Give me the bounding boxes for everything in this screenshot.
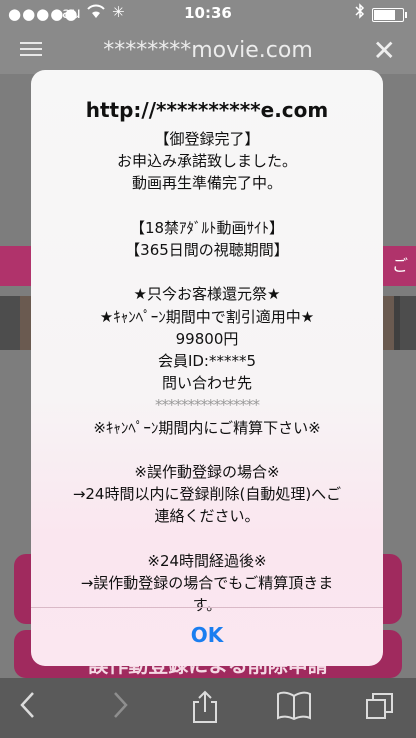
alert-line: 【御登録完了】	[154, 130, 260, 148]
alert-line: →24時間以内に登録削除(自動処理)へご	[72, 485, 342, 504]
bookmarks-icon[interactable]	[276, 690, 312, 728]
bluetooth-icon	[355, 3, 365, 23]
pink-banner-text: ご	[391, 256, 408, 275]
status-bar: ●●●●● au ✳ 10:36	[0, 0, 416, 28]
alert-line: 連絡ください。	[154, 507, 260, 526]
alert-line: 【365日間の視聴期間】	[125, 241, 289, 259]
alert-line: ★只今お客様還元祭★	[133, 285, 281, 304]
alert-line: ※24時間経過後※	[147, 551, 267, 570]
url-bar: ********movie.com ✕	[0, 28, 416, 74]
alert-message: 【御登録完了】 お申込み承諾致しました。 動画再生準備完了中。 【18禁ｱﾀﾞﾙ…	[31, 128, 383, 616]
alert-dialog: http://**********e.com 【御登録完了】 お申込み承諾致しま…	[31, 70, 383, 666]
alert-line: ※ｷｬﾝﾍﾟｰﾝ期間内にご精算下さい※	[93, 418, 321, 437]
alert-line: 99800円	[175, 329, 239, 348]
alert-line	[31, 528, 383, 550]
ok-button[interactable]: OK	[31, 623, 383, 647]
alert-line: →誤作動登録の場合でもご精算頂きま	[80, 574, 334, 592]
alert-line: 動画再生準備完了中。	[131, 174, 282, 193]
alert-line: 【18禁ｱﾀﾞﾙﾄ動画ｻｲﾄ】	[129, 218, 285, 237]
alert-line: 問い合わせ先	[161, 374, 252, 393]
alert-line: 会員ID:*****5	[157, 352, 257, 370]
tabs-icon[interactable]	[364, 690, 396, 730]
alert-line	[31, 439, 383, 461]
alert-line: お申込み承諾致しました。	[116, 152, 297, 171]
browser-toolbar	[0, 678, 416, 738]
close-icon[interactable]: ✕	[373, 34, 396, 67]
alert-line-contact: ****************	[155, 396, 260, 415]
battery-icon	[372, 8, 407, 22]
clock: 10:36	[184, 4, 232, 22]
share-icon[interactable]	[190, 690, 220, 732]
alert-line	[31, 195, 383, 217]
alert-divider	[31, 607, 383, 608]
alert-title: http://**********e.com	[85, 98, 329, 122]
alert-line: ★ｷｬﾝﾍﾟｰﾝ期間中で割引適用中★	[99, 307, 315, 326]
alert-line: す。	[192, 596, 222, 615]
alert-line	[31, 261, 383, 283]
forward-icon[interactable]	[110, 690, 130, 728]
back-icon[interactable]	[18, 690, 38, 728]
url-field[interactable]: ********movie.com	[0, 38, 416, 63]
alert-line: ※誤作動登録の場合※	[134, 463, 280, 481]
